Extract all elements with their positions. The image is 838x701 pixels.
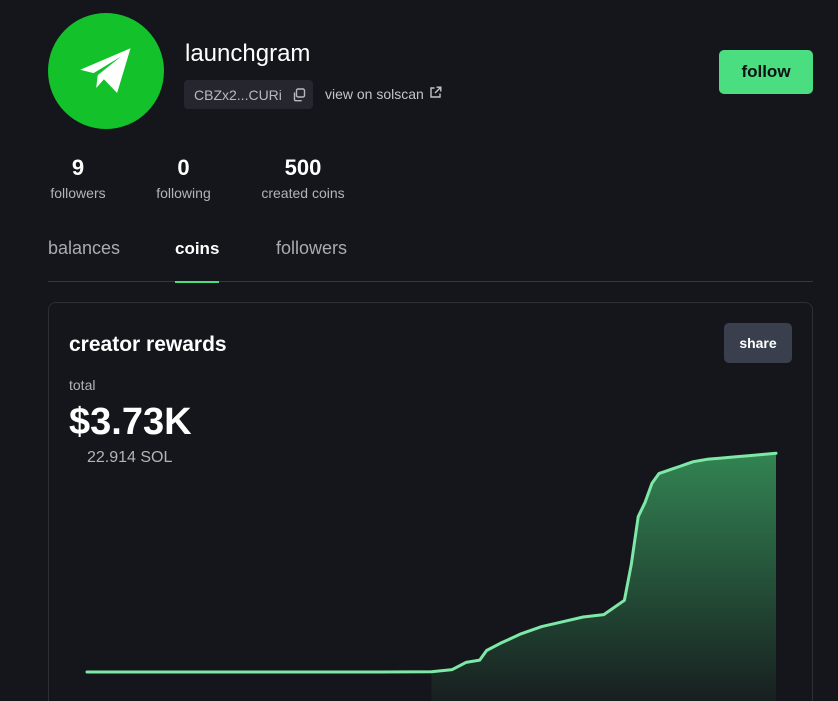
profile-page: launchgram CBZx2...CURi view on solscan … [0,0,838,701]
solscan-link-label: view on solscan [325,86,424,102]
telegram-paper-plane-icon [80,48,131,93]
creator-rewards-card: creator rewards share total $3.73K 22.91… [48,302,813,701]
copy-icon[interactable] [292,87,306,102]
tab-balances[interactable]: balances [48,238,120,282]
profile-tabs: balances coins followers [48,236,813,283]
created-coins-count: 500 [284,155,322,180]
followers-stat[interactable]: 9 followers [48,154,108,201]
wallet-address-text: CBZx2...CURi [194,86,282,103]
created-coins-stat: 500 created coins [259,154,347,201]
external-link-icon [429,86,442,102]
tab-coins[interactable]: coins [175,239,220,283]
followers-count: 9 [71,155,85,180]
rewards-chart [85,451,778,701]
following-label: following [156,185,211,201]
tab-followers[interactable]: followers [276,238,347,282]
profile-username: launchgram [185,40,311,67]
view-on-solscan-link[interactable]: view on solscan [325,86,442,102]
created-coins-label: created coins [261,185,345,201]
following-stat[interactable]: 0 following [153,154,214,201]
wallet-address-chip[interactable]: CBZx2...CURi [184,80,313,109]
follow-button[interactable]: follow [719,50,813,94]
following-count: 0 [177,155,190,180]
avatar [48,13,164,129]
followers-label: followers [50,185,106,201]
chart-area-fill [431,453,776,701]
